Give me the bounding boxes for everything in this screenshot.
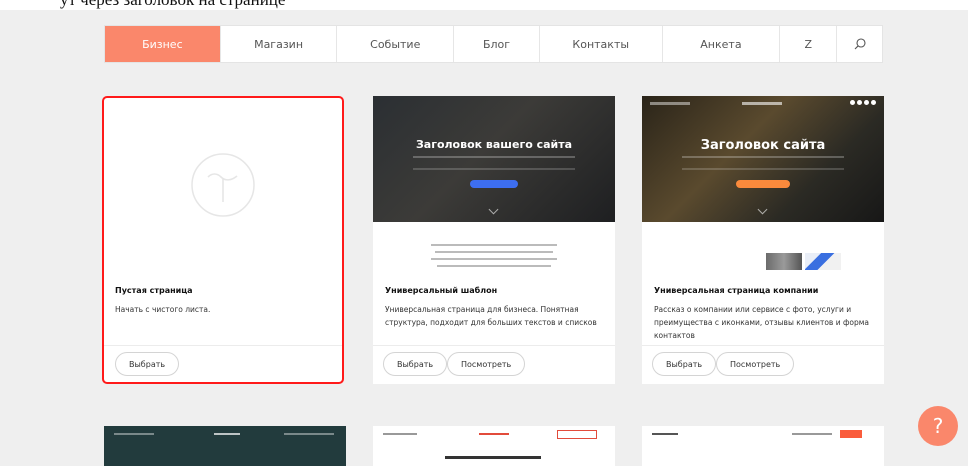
heading-line — [445, 456, 541, 459]
social-icons — [850, 100, 876, 105]
preview-photo — [805, 253, 841, 270]
template-thumbnail: Заголовок сайта — [642, 96, 884, 270]
tab-contacts[interactable]: Контакты — [540, 26, 663, 62]
cta-outline — [557, 430, 597, 439]
category-tabs: Бизнес Магазин Событие Блог Контакты Анк… — [104, 25, 883, 63]
hero-nav-links — [650, 102, 690, 105]
nav-line — [284, 433, 334, 435]
tab-event[interactable]: Событие — [337, 26, 455, 62]
template-thumbnail — [104, 98, 342, 270]
tab-z[interactable]: Z — [780, 26, 838, 62]
text-line — [431, 258, 557, 260]
template-card-company[interactable]: Заголовок сайта Универсальная страница к… — [642, 96, 884, 384]
nav-line — [114, 433, 154, 435]
template-card-preview[interactable] — [104, 426, 346, 466]
select-button[interactable]: Выбрать — [115, 352, 180, 376]
select-button[interactable]: Выбрать — [652, 352, 717, 376]
hero-title: Заголовок сайта — [700, 138, 826, 153]
search-button[interactable] — [837, 26, 882, 62]
text-line — [431, 244, 557, 246]
chevron-down-icon — [488, 204, 499, 215]
cta-button — [840, 430, 862, 438]
hero-image: Заголовок вашего сайта — [373, 96, 615, 222]
hero-button — [470, 180, 518, 188]
cropped-heading: ут через заголовок на странице — [0, 0, 968, 10]
tab-business[interactable]: Бизнес — [105, 26, 221, 62]
text-line — [437, 265, 551, 267]
card-title: Универсальная страница компании — [654, 286, 819, 295]
text-line — [435, 251, 553, 253]
divider — [104, 345, 342, 346]
card-description: Универсальная страница для бизнеса. Поня… — [385, 305, 597, 327]
tab-blog[interactable]: Блог — [454, 26, 540, 62]
hero-subtitle-lines — [413, 156, 575, 170]
hero-title: Заголовок вашего сайта — [415, 138, 573, 151]
nav-line — [383, 433, 417, 435]
search-icon — [854, 38, 866, 50]
card-title: Универсальный шаблон — [385, 286, 498, 295]
chevron-down-icon — [757, 204, 768, 215]
logo-line — [479, 433, 509, 435]
divider — [642, 345, 884, 346]
logo-line — [652, 433, 678, 435]
template-thumbnail: Заголовок вашего сайта — [373, 96, 615, 270]
hero-subtitle-lines — [682, 156, 844, 170]
template-card-universal[interactable]: Заголовок вашего сайта Универсальный шаб… — [373, 96, 615, 384]
tilda-logo-icon — [191, 153, 255, 217]
logo-line — [214, 433, 240, 435]
tab-shop[interactable]: Магазин — [221, 26, 338, 62]
cropped-heading-text: ут через заголовок на странице — [60, 0, 285, 10]
help-button[interactable]: ? — [918, 406, 958, 446]
select-button[interactable]: Выбрать — [383, 352, 448, 376]
template-card-preview[interactable] — [373, 426, 615, 466]
hero-button — [736, 180, 790, 188]
card-description: Начать с чистого листа. — [115, 305, 211, 314]
hero-logo — [742, 102, 782, 105]
tab-form[interactable]: Анкета — [663, 26, 781, 62]
nav-line — [792, 433, 832, 435]
preview-button[interactable]: Посмотреть — [716, 352, 795, 376]
preview-photo — [766, 253, 802, 270]
card-description: Рассказ о компании или сервисе с фото, у… — [654, 305, 869, 340]
preview-button[interactable]: Посмотреть — [447, 352, 526, 376]
template-card-blank[interactable]: Пустая страница Начать с чистого листа. … — [102, 96, 344, 384]
hero-image: Заголовок сайта — [642, 96, 884, 222]
template-card-preview[interactable] — [642, 426, 884, 466]
card-title: Пустая страница — [115, 286, 193, 295]
divider — [373, 345, 615, 346]
